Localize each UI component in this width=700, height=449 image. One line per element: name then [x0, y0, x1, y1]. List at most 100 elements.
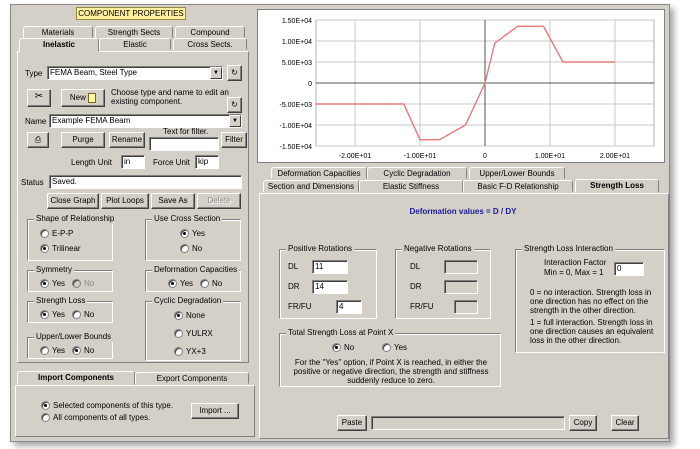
neg-dl-field[interactable] — [444, 260, 478, 274]
use-cross-no-label: No — [192, 244, 203, 253]
import-selected-radio[interactable] — [41, 401, 50, 410]
tab-cross-sects[interactable]: Cross Sects. — [173, 38, 247, 50]
component-properties-window: COMPONENT PROPERTIES Materials Strength … — [10, 4, 670, 442]
pos-fr-field[interactable]: 4 — [336, 300, 362, 314]
deformation-caps-yes-label: Yes — [180, 279, 194, 288]
close-graph-button[interactable]: Close Graph — [47, 193, 99, 209]
y-tick-label: -5.00E+03 — [280, 102, 313, 109]
use-cross-title: Use Cross Section — [152, 214, 223, 224]
chart-svg: 1.50E+04 1.00E+04 5.00E+03 0 -5.00E+03 -1.00E… — [280, 18, 655, 160]
tab-strength-loss[interactable]: Strength Loss — [575, 179, 659, 193]
epp-radio[interactable] — [40, 229, 49, 238]
filter-button[interactable]: Filter — [221, 132, 247, 148]
refresh-name-button[interactable]: ↻ — [227, 97, 242, 113]
cyclic-yulrx-label: YULRX — [186, 329, 213, 338]
tab-elastic-stiffness[interactable]: Elastic Stiffness — [359, 180, 463, 192]
neg-fr-field[interactable] — [454, 300, 478, 314]
total-strength-loss-group: Total Strength Loss at Point X No Yes Fo… — [279, 328, 501, 387]
interaction-note-1: 0 = no interaction. Strength loss in one… — [530, 288, 652, 315]
length-unit-label: Length Unit — [71, 158, 112, 167]
negative-rotations-group: Negative Rotations DL DR FR/FU — [395, 244, 491, 319]
type-dropdown[interactable]: FEMA Beam, Steel Type ▼ — [47, 66, 223, 80]
new-label: New — [69, 93, 86, 102]
window-title: COMPONENT PROPERTIES — [76, 7, 186, 20]
symmetry-group: Symmetry Yes No — [27, 265, 113, 292]
total-no-radio[interactable] — [332, 343, 341, 352]
x-tick-label: 0 — [483, 153, 487, 160]
neg-fr-label: FR/FU — [410, 302, 434, 311]
cyclic-degradation-group: Cyclic Degradation None YULRX YX+3 — [145, 296, 241, 361]
neg-dr-field[interactable] — [444, 280, 478, 294]
tab-import-components[interactable]: Import Components — [17, 371, 135, 385]
refresh-type-button[interactable]: ↻ — [227, 65, 242, 81]
positive-rotations-title: Positive Rotations — [286, 244, 355, 254]
interaction-factor-field[interactable]: 0 — [614, 262, 644, 276]
paste-button[interactable]: Paste — [337, 415, 367, 431]
strength-loss-no-radio[interactable] — [72, 310, 81, 319]
chevron-down-icon[interactable]: ▼ — [210, 67, 222, 79]
status-field: Saved. — [49, 175, 242, 189]
x-tick-label: -2.00E+01 — [339, 153, 372, 160]
symmetry-yes-radio[interactable] — [40, 279, 49, 288]
cyclic-none-radio[interactable] — [174, 311, 183, 320]
pos-dl-field[interactable]: 11 — [312, 260, 348, 274]
tab-cyclic-degradation[interactable]: Cyclic Degradation — [367, 167, 467, 179]
print-button[interactable]: ⎙ — [27, 132, 49, 148]
tab-elastic[interactable]: Elastic — [99, 38, 171, 50]
neg-dr-label: DR — [410, 282, 422, 291]
cyclic-yx3-label: YX+3 — [186, 347, 206, 356]
tab-compound[interactable]: Compound — [175, 26, 245, 38]
tab-strength-sects[interactable]: Strength Sects — [95, 26, 173, 38]
deformation-caps-yes-radio[interactable] — [168, 279, 177, 288]
y-tick-label: 1.00E+04 — [282, 39, 312, 46]
use-cross-no-radio[interactable] — [180, 244, 189, 253]
filter-input[interactable] — [149, 137, 219, 151]
rename-button[interactable]: Rename — [109, 132, 145, 148]
bounds-yes-radio[interactable] — [40, 346, 49, 355]
total-strength-loss-title: Total Strength Loss at Point X — [286, 328, 396, 338]
tools-button[interactable]: ✂ — [27, 89, 51, 107]
y-tick-label: -1.00E+04 — [280, 123, 313, 130]
copy-button[interactable]: Copy — [569, 415, 597, 431]
tab-inelastic[interactable]: Inelastic — [19, 38, 99, 52]
trilinear-radio[interactable] — [40, 244, 49, 253]
cyclic-yulrx-radio[interactable] — [174, 329, 183, 338]
pos-dr-field[interactable]: 14 — [312, 280, 348, 294]
tab-section-dimensions[interactable]: Section and Dimensions — [263, 180, 359, 192]
force-unit-field[interactable]: kip — [195, 155, 219, 169]
neg-dl-label: DL — [410, 262, 421, 271]
tab-upper-lower-bounds[interactable]: Upper/Lower Bounds — [469, 167, 565, 179]
printer-icon: ⎙ — [34, 135, 42, 144]
tab-materials[interactable]: Materials — [23, 26, 93, 38]
import-all-radio[interactable] — [41, 413, 50, 422]
import-button[interactable]: Import ... — [191, 403, 239, 419]
refresh-icon: ↻ — [231, 100, 238, 109]
trilinear-label: Trilinear — [52, 244, 81, 253]
import-export-panel: Import Components Export Components Sele… — [15, 371, 255, 437]
bounds-no-radio[interactable] — [72, 346, 81, 355]
length-unit-field[interactable]: in — [121, 155, 145, 169]
pos-fr-label: FR/FU — [288, 302, 312, 311]
tab-basic-fd-relationship[interactable]: Basic F-D Relationship — [463, 180, 573, 192]
tab-deformation-capacities[interactable]: Deformation Capacities — [271, 167, 367, 179]
cyclic-yx3-radio[interactable] — [174, 347, 183, 356]
total-yes-radio[interactable] — [382, 343, 391, 352]
chevron-down-icon[interactable]: ▼ — [229, 115, 241, 127]
plot-loops-button[interactable]: Plot Loops — [101, 193, 149, 209]
name-dropdown[interactable]: Example FEMA Beam ▼ — [49, 114, 242, 128]
use-cross-yes-radio[interactable] — [180, 229, 189, 238]
tab-export-components[interactable]: Export Components — [135, 372, 249, 384]
import-selected-label: Selected components of this type. — [53, 401, 174, 410]
strength-loss-yes-label: Yes — [52, 310, 66, 319]
deformation-caps-no-radio[interactable] — [200, 279, 209, 288]
save-as-button[interactable]: Save As — [151, 193, 195, 209]
purge-button[interactable]: Purge — [61, 132, 105, 148]
delete-button[interactable]: Delete — [197, 193, 241, 209]
interaction-factor-label: Interaction Factor — [544, 258, 607, 267]
clear-button[interactable]: Clear — [611, 415, 639, 431]
new-button[interactable]: New — [61, 89, 105, 107]
symmetry-no-label: No — [84, 279, 95, 288]
symmetry-no-radio[interactable] — [72, 279, 81, 288]
strength-loss-title: Strength Loss — [34, 296, 88, 306]
strength-loss-yes-radio[interactable] — [40, 310, 49, 319]
